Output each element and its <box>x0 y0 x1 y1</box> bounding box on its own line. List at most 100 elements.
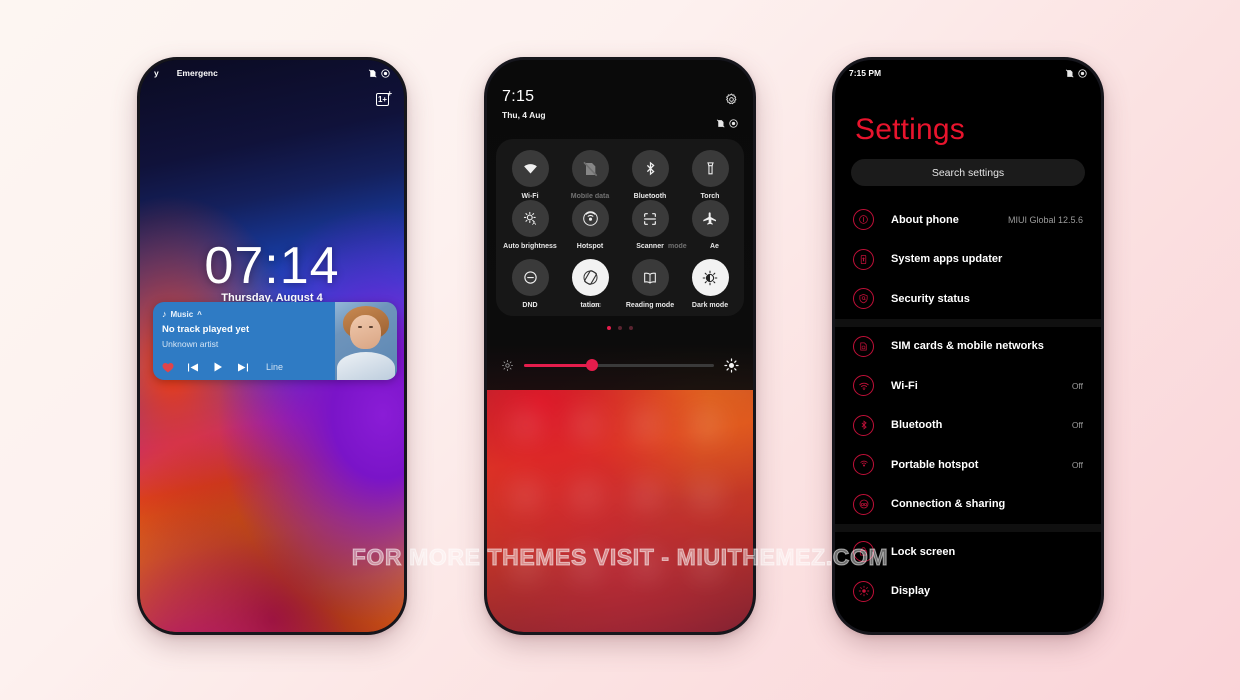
tile-dark-mode[interactable]: Dark mode <box>680 259 740 309</box>
tile-label: Reading mode <box>625 302 675 309</box>
settings-row-label: Lock screen <box>891 545 956 558</box>
tile-wifi[interactable]: Wi-Fi <box>500 150 560 200</box>
security-shield-icon <box>853 288 874 310</box>
tile-hotspot[interactable]: Hotspot <box>560 200 620 250</box>
music-widget[interactable]: ♪ Music ^ No track played yet Unknown ar… <box>153 302 397 380</box>
hotspot-icon <box>582 211 598 226</box>
bluetooth-icon <box>853 414 874 436</box>
settings-row-sim-cards[interactable]: SIM cards & mobile networks <box>835 327 1101 367</box>
no-sim-icon <box>1065 68 1074 78</box>
wifi-icon <box>523 164 537 174</box>
settings-row-connection-sharing[interactable]: Connection & sharing <box>835 485 1101 525</box>
settings-row-value: Off <box>1071 420 1083 431</box>
control-center-panel: 7:15 Thu, 4 Aug Wi-Fi Mobile data Blueto… <box>487 60 753 390</box>
settings-row-security-status[interactable]: Security status <box>835 279 1101 319</box>
brightness-low-icon <box>501 359 514 371</box>
settings-row-label: System apps updater <box>891 253 1003 266</box>
search-input[interactable]: Search settings <box>851 159 1085 186</box>
hotspot-icon <box>853 454 874 476</box>
play-icon[interactable] <box>212 361 224 373</box>
bluetooth-icon <box>646 161 655 176</box>
tile-label-ghost: mode <box>668 243 687 250</box>
tile-label: Bluetooth <box>633 193 667 200</box>
settings-row-label: Portable hotspot <box>891 458 979 471</box>
phone-lockscreen: y Emergenc 1+ 07:14 Thursday, August 4 ♪ <box>137 57 407 635</box>
tile-label: Wi-Fi <box>521 193 539 200</box>
battery-circle-icon <box>381 68 390 78</box>
carrier-label: y <box>154 68 159 78</box>
settings-row-value: MIUI Global 12.5.6 <box>1007 214 1083 225</box>
reading-mode-icon <box>644 272 656 284</box>
settings-divider <box>835 524 1101 532</box>
lockscreen-screen: y Emergenc 1+ 07:14 Thursday, August 4 ♪ <box>140 60 404 632</box>
flashlight-icon <box>706 162 714 175</box>
page-title: Settings <box>855 113 965 146</box>
phone-settings: 7:15 PM Settings Search settings About p… <box>832 57 1104 635</box>
dnd-icon <box>523 271 537 284</box>
tile-reading-mode[interactable]: Loc Reading mode <box>589 259 680 309</box>
page-dot-2[interactable] <box>618 326 622 330</box>
settings-screen: 7:15 PM Settings Search settings About p… <box>835 60 1101 632</box>
settings-row-bluetooth[interactable]: Bluetooth Off <box>835 406 1101 446</box>
info-circle-icon <box>853 209 874 231</box>
settings-list: About phone MIUI Global 12.5.6 System ap… <box>835 200 1101 632</box>
album-art <box>335 302 397 380</box>
settings-row-label: Security status <box>891 292 970 305</box>
tile-label: Hotspot <box>576 243 604 250</box>
settings-row-display[interactable]: Display <box>835 572 1101 612</box>
control-center-header: 7:15 Thu, 4 Aug <box>502 88 546 120</box>
mobile-data-off-icon <box>583 161 598 176</box>
lockscreen-statusbar: y Emergenc <box>140 60 404 86</box>
tile-label: Mobile data <box>570 193 610 200</box>
brightness-knob <box>586 359 599 371</box>
settings-gear-icon[interactable] <box>725 93 738 106</box>
brightness-fill <box>524 363 593 367</box>
lock-screen-icon <box>853 541 874 563</box>
search-placeholder-label: Search settings <box>931 166 1005 179</box>
tile-label: Auto brightness <box>503 243 557 250</box>
settings-row-about-phone[interactable]: About phone MIUI Global 12.5.6 <box>835 200 1101 240</box>
phone-control-center: 7:15 Thu, 4 Aug Wi-Fi Mobile data Blueto… <box>484 57 756 635</box>
no-sim-icon <box>368 68 377 78</box>
airplane-icon <box>703 211 716 225</box>
settings-row-label: SIM cards & mobile networks <box>891 340 1044 353</box>
wifi-icon <box>853 375 874 397</box>
music-widget-header: ♪ Music ^ <box>162 309 326 319</box>
tile-label: Ae <box>710 243 719 250</box>
next-track-icon[interactable] <box>237 362 249 373</box>
page-dot-1[interactable] <box>607 326 611 330</box>
settings-row-label: Display <box>891 585 931 598</box>
chevron-up-icon[interactable]: ^ <box>197 310 202 319</box>
tile-mobile-data[interactable]: Mobile data <box>560 150 620 200</box>
settings-row-label: Connection & sharing <box>891 498 1006 511</box>
page-indicator-dots[interactable] <box>487 326 753 330</box>
control-center-screen: 7:15 Thu, 4 Aug Wi-Fi Mobile data Blueto… <box>487 60 753 632</box>
emergency-label: Emergenc <box>176 68 218 78</box>
heart-icon[interactable] <box>162 362 174 373</box>
brightness-slider[interactable] <box>501 355 739 375</box>
control-center-time: 7:15 <box>502 88 535 105</box>
settings-row-portable-hotspot[interactable]: Portable hotspot Off <box>835 445 1101 485</box>
quick-settings-grid: Wi-Fi Mobile data Bluetooth Torch A Auto… <box>496 139 744 309</box>
oneplus-badge-icon: 1+ <box>376 89 392 106</box>
tile-label: Dark mode <box>691 302 729 309</box>
rotation-lock-icon <box>582 270 598 285</box>
settings-row-wifi[interactable]: Wi-Fi Off <box>835 366 1101 406</box>
tile-torch[interactable]: Torch <box>680 150 740 200</box>
tile-airplane[interactable]: mode Ae <box>668 200 740 250</box>
quick-settings-card: Wi-Fi Mobile data Bluetooth Torch A Auto… <box>496 139 744 316</box>
control-center-statusbar <box>716 119 738 128</box>
settings-row-lock-screen[interactable]: Lock screen <box>835 532 1101 572</box>
music-track-title: No track played yet <box>162 324 250 335</box>
previous-track-icon[interactable] <box>187 362 199 373</box>
battery-circle-icon <box>1078 68 1087 78</box>
settings-statusbar: 7:15 PM <box>835 60 1101 86</box>
brightness-track[interactable] <box>524 359 714 371</box>
tile-auto-brightness[interactable]: A Auto brightness <box>500 200 560 250</box>
settings-row-label: About phone <box>891 213 959 226</box>
tile-dnd[interactable]: DND <box>500 259 560 309</box>
page-dot-3[interactable] <box>629 326 633 330</box>
settings-row-system-apps-updater[interactable]: System apps updater <box>835 240 1101 280</box>
tile-bluetooth[interactable]: Bluetooth <box>620 150 680 200</box>
tile-label: DND <box>522 302 538 309</box>
